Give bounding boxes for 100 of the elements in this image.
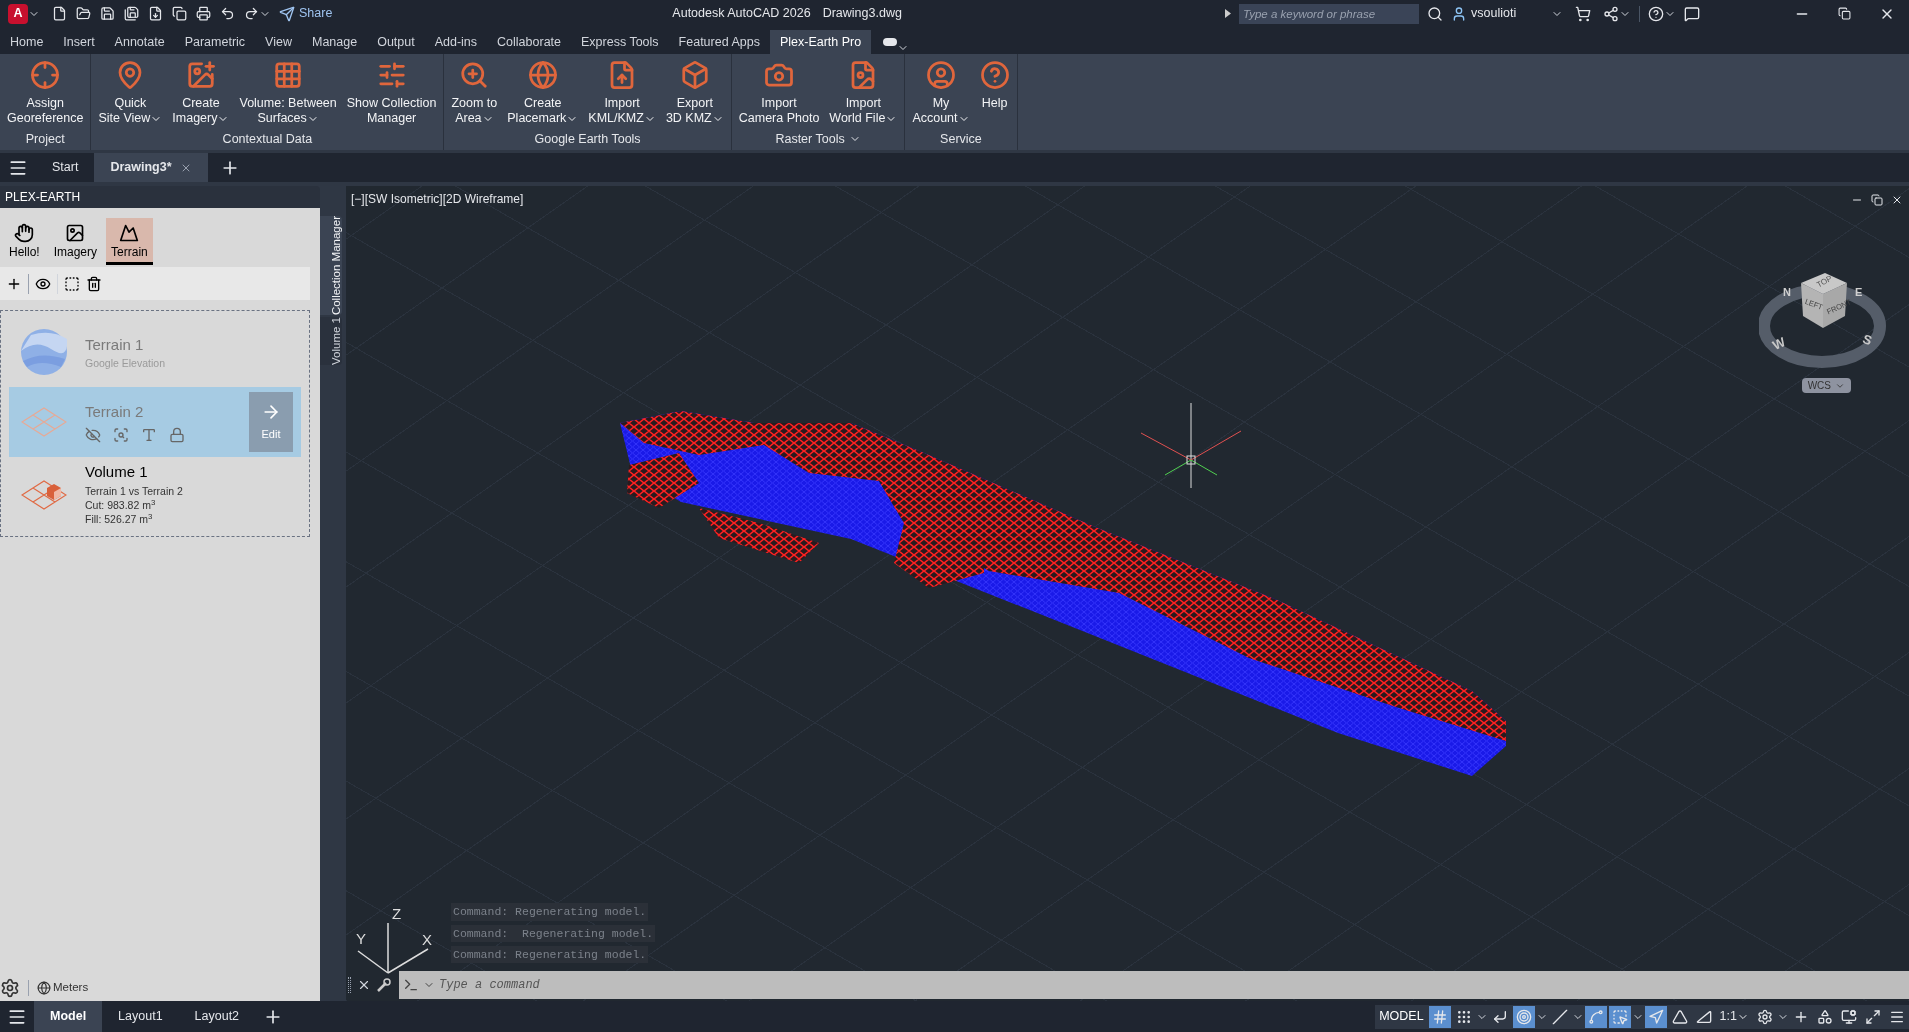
close-icon[interactable] bbox=[357, 978, 371, 992]
ribbon-tab[interactable]: Add-ins bbox=[424, 30, 488, 54]
ortho-icon bbox=[1491, 1008, 1508, 1025]
ribbon-tab[interactable]: Insert bbox=[53, 30, 105, 54]
terminal-icon[interactable] bbox=[403, 977, 419, 993]
panel-tab[interactable]: Terrain bbox=[106, 218, 153, 265]
status-toggle[interactable] bbox=[1608, 1005, 1631, 1028]
collection-item[interactable]: Volume 1 Terrain 1 vs Terrain 2 Cut: 983.82 m$^{3}$ Fill: 526.27 m$^{3}$ bbox=[9, 457, 301, 530]
folder-icon[interactable] bbox=[76, 6, 91, 21]
grid-icon bbox=[273, 60, 304, 90]
shapes-icon[interactable] bbox=[1817, 1008, 1833, 1025]
fullscreen-icon[interactable] bbox=[1865, 1008, 1881, 1025]
zoom-in-icon bbox=[459, 60, 490, 90]
redo-icon[interactable] bbox=[244, 6, 259, 21]
user-name[interactable]: vsoulioti bbox=[1471, 4, 1551, 23]
units-button[interactable]: Meters bbox=[37, 979, 89, 997]
panel-title[interactable]: Project bbox=[25, 129, 65, 149]
restore-icon[interactable] bbox=[1871, 194, 1883, 206]
ribbon-button[interactable]: Assign Georeference bbox=[2, 60, 89, 126]
panel-tab[interactable]: Hello! bbox=[4, 218, 45, 265]
save-as-icon[interactable] bbox=[124, 6, 139, 21]
lock-icon[interactable] bbox=[169, 426, 185, 443]
command-grip-icon[interactable] bbox=[348, 977, 351, 993]
app-logo[interactable]: A bbox=[8, 3, 28, 24]
search-icon[interactable] bbox=[1427, 5, 1443, 22]
model-space-button[interactable]: MODEL bbox=[1375, 1007, 1428, 1026]
ribbon-tab[interactable]: Home bbox=[0, 30, 54, 54]
status-toggle[interactable] bbox=[1584, 1005, 1607, 1028]
ribbon-tab[interactable]: Annotate bbox=[104, 30, 175, 54]
help-icon[interactable] bbox=[1648, 5, 1664, 22]
status-toggle[interactable] bbox=[1644, 1005, 1667, 1028]
ribbon-tab[interactable]: Collaborate bbox=[487, 30, 571, 54]
network-icon[interactable] bbox=[1603, 5, 1619, 22]
search-field[interactable]: Type a keyword or phrase bbox=[1239, 3, 1419, 24]
undo-icon[interactable] bbox=[220, 6, 235, 21]
scale-button[interactable]: 1:1 bbox=[1715, 1007, 1753, 1026]
document-tab[interactable]: Start bbox=[36, 153, 95, 182]
ribbon-tab[interactable]: Express Tools bbox=[571, 30, 669, 54]
panel-tab[interactable]: Imagery bbox=[48, 218, 103, 265]
text-icon[interactable] bbox=[141, 426, 157, 443]
ribbon-tab[interactable]: Manage bbox=[301, 30, 368, 54]
ribbon-button[interactable]: Quick Site View bbox=[93, 60, 168, 126]
new-file-icon[interactable] bbox=[52, 6, 67, 21]
settings-icon[interactable] bbox=[0, 978, 20, 998]
ribbon-button[interactable]: Zoom to Area bbox=[446, 60, 503, 126]
save-icon[interactable] bbox=[100, 6, 115, 21]
tracking-icon bbox=[1587, 1008, 1604, 1025]
status-toggle[interactable] bbox=[1512, 1005, 1535, 1028]
cart-icon[interactable] bbox=[1575, 5, 1591, 22]
document-tab[interactable]: Drawing3* bbox=[94, 153, 208, 182]
grid-icon bbox=[21, 407, 67, 437]
layout-tab[interactable]: Layout1 bbox=[102, 1001, 179, 1032]
ribbon-button[interactable]: Export 3D KMZ bbox=[660, 60, 729, 126]
ribbon-tab[interactable]: Featured Apps bbox=[668, 30, 770, 54]
viewport-label[interactable]: [−][SW Isometric][2D Wireframe] bbox=[351, 190, 524, 208]
ribbon-tab[interactable]: Plex-Earth Pro bbox=[769, 30, 872, 54]
ribbon-button[interactable]: Import World File bbox=[824, 60, 903, 126]
ribbon-button[interactable]: Help bbox=[974, 60, 1015, 111]
status-toggle[interactable] bbox=[1428, 1005, 1451, 1028]
user-icon[interactable] bbox=[1451, 5, 1467, 22]
help-icon bbox=[979, 60, 1010, 90]
command-input[interactable]: Type a command bbox=[439, 976, 1905, 994]
layout-tab[interactable]: Layout2 bbox=[178, 1001, 256, 1032]
ribbon-tab[interactable]: View bbox=[255, 30, 302, 54]
performance-icon[interactable] bbox=[1841, 1008, 1857, 1025]
side-tab[interactable]: Collection Manager bbox=[320, 216, 342, 316]
ribbon-button[interactable]: Create Imagery bbox=[167, 60, 235, 126]
ribbon-button[interactable]: Import Camera Photo bbox=[733, 60, 825, 126]
panel-title[interactable]: Service bbox=[940, 129, 982, 149]
command-line-field[interactable]: Type a command bbox=[399, 971, 1909, 999]
select-icon[interactable] bbox=[64, 275, 80, 292]
file-down-icon[interactable] bbox=[148, 6, 163, 21]
ucs-dropdown[interactable]: WCS bbox=[1801, 378, 1851, 393]
panel-title[interactable]: Google Earth Tools bbox=[534, 129, 641, 149]
wrench-icon[interactable] bbox=[377, 978, 391, 992]
copy-icon[interactable] bbox=[172, 6, 187, 21]
image-plus-icon bbox=[185, 60, 216, 90]
autoscale-icon bbox=[1671, 1008, 1688, 1025]
ribbon-button[interactable]: Import KML/KMZ bbox=[583, 60, 661, 126]
ribbon-tab[interactable]: Parametric bbox=[174, 30, 256, 54]
panel-title[interactable]: Raster Tools bbox=[775, 129, 845, 149]
panel-toggle-icon[interactable] bbox=[883, 38, 898, 46]
chat-icon[interactable] bbox=[1684, 5, 1700, 22]
ribbon-button[interactable]: Show Collection Manager bbox=[341, 60, 442, 126]
expand-arrow-icon[interactable] bbox=[1225, 9, 1231, 18]
send-icon bbox=[279, 5, 295, 22]
layout-tab[interactable]: Model bbox=[34, 1001, 103, 1032]
share-button[interactable]: Share bbox=[279, 4, 333, 23]
ribbon-tab[interactable]: Output bbox=[367, 30, 425, 54]
zoom-extents-icon[interactable] bbox=[113, 426, 129, 443]
eye-off-icon[interactable] bbox=[85, 426, 101, 443]
ribbon-button[interactable]: Create Placemark bbox=[502, 60, 584, 126]
side-tab[interactable]: Volume 1 bbox=[320, 317, 342, 366]
ribbon-button[interactable]: My Account bbox=[907, 60, 975, 126]
ribbon-button[interactable]: Volume: Between Surfaces bbox=[234, 60, 342, 126]
restore-icon[interactable] bbox=[1838, 7, 1851, 20]
panel-title[interactable]: Contextual Data bbox=[222, 129, 313, 149]
close-icon[interactable] bbox=[1891, 194, 1903, 206]
trash-icon[interactable] bbox=[86, 275, 102, 292]
printer-icon[interactable] bbox=[196, 6, 211, 21]
